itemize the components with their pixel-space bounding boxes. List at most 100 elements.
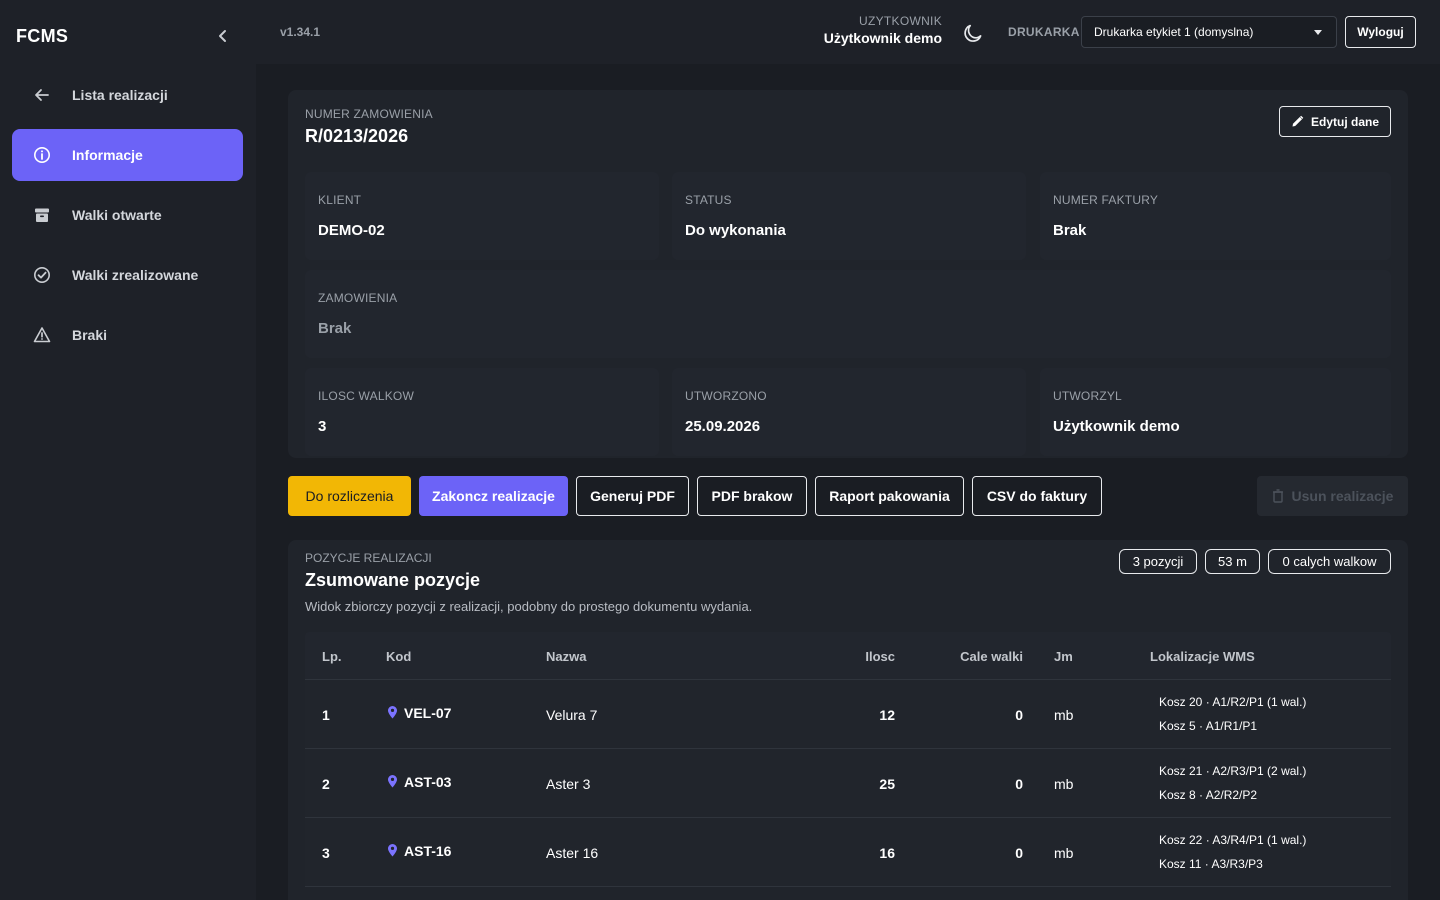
positions-label: POZYCJE REALIZACJI — [305, 551, 432, 565]
orders-value: Brak — [318, 320, 352, 337]
current-user: UZYTKOWNIK Użytkownik demo — [824, 14, 942, 46]
creator-label: UTWORZYL — [1053, 389, 1122, 403]
sidebar-item-label: Walki zrealizowane — [72, 267, 199, 283]
order-info-card: NUMER ZAMOWIENIA R/0213/2026 Edytuj dane… — [288, 90, 1408, 458]
warning-icon — [32, 325, 52, 345]
app-version: v1.34.1 — [280, 25, 321, 39]
cell-lokalizacje: Kosz 22 · A3/R4/P1 (1 wal.) Kosz 11 · A3… — [1157, 830, 1308, 874]
cell-kod-value: VEL-07 — [404, 705, 452, 721]
cell-nazwa: Aster 16 — [546, 845, 599, 861]
column-cale-walki: Cale walki — [960, 649, 1023, 664]
delete-realization-label: Usun realizacje — [1291, 488, 1394, 504]
invoice-label: NUMER FAKTURY — [1053, 193, 1159, 207]
cell-jm: mb — [1054, 707, 1074, 723]
sidebar-item-walki-otwarte[interactable]: Walki otwarte — [12, 189, 243, 241]
chevron-left-icon — [219, 30, 226, 42]
pencil-icon — [1292, 115, 1304, 127]
arrow-left-icon — [32, 85, 52, 105]
field-status: STATUS Do wykonania — [672, 172, 1026, 260]
edit-data-label: Edytuj dane — [1310, 114, 1379, 129]
cell-lokalizacje: Kosz 21 · A2/R3/P1 (2 wal.) Kosz 8 · A2/… — [1157, 761, 1308, 805]
check-circle-icon — [32, 265, 52, 285]
moon-icon — [964, 24, 982, 42]
user-name: Użytkownik demo — [823, 30, 942, 46]
location-tag: Kosz 20 · A1/R2/P1 (1 wal.) — [1159, 695, 1307, 709]
cell-lp: 1 — [322, 707, 330, 723]
column-ilosc: Ilosc — [865, 649, 895, 664]
table-row[interactable]: 1 VEL-07 Velura 7 12 0 mb Kosz 20 · A1/R… — [305, 680, 1391, 749]
sidebar-item-label: Lista realizacji — [72, 87, 168, 103]
client-label: KLIENT — [318, 193, 362, 207]
finish-realization-button[interactable]: Zakoncz realizacje — [419, 476, 568, 516]
logout-button[interactable]: Wyloguj — [1345, 16, 1416, 48]
action-bar: Do rozliczenia Zakoncz realizacje Generu… — [288, 476, 1408, 518]
table-row[interactable]: 3 AST-16 Aster 16 16 0 mb Kosz 22 · A3/R… — [305, 818, 1391, 887]
collapse-sidebar-button[interactable] — [212, 24, 234, 48]
column-jm: Jm — [1054, 649, 1073, 664]
cell-jm: mb — [1054, 776, 1074, 792]
cell-kod: AST-03 — [387, 774, 451, 790]
delete-realization-button[interactable]: Usun realizacje — [1257, 476, 1408, 516]
cell-kod-value: AST-16 — [404, 843, 452, 859]
generate-pdf-button[interactable]: Generuj PDF — [576, 476, 689, 516]
cell-jm: mb — [1054, 845, 1074, 861]
theme-toggle-button[interactable] — [962, 22, 984, 44]
sidebar-item-informacje[interactable]: Informacje — [12, 129, 243, 181]
column-nazwa: Nazwa — [546, 649, 587, 664]
packing-report-button[interactable]: Raport pakowania — [815, 476, 964, 516]
cell-cale-walki: 0 — [1015, 707, 1023, 723]
column-kod: Kod — [386, 649, 412, 664]
field-rolls: ILOSC WALKOW 3 — [305, 368, 659, 456]
cell-nazwa: Aster 3 — [546, 776, 591, 792]
field-client: KLIENT DEMO-02 — [305, 172, 659, 260]
positions-description: Widok zbiorczy pozycji z realizacji, pod… — [305, 599, 753, 614]
column-lokalizacje: Lokalizacje WMS — [1150, 649, 1255, 664]
sidebar: FCMS Lista realizacji Informacje Walki o… — [0, 0, 256, 900]
orders-label: ZAMOWIENIA — [318, 291, 398, 305]
caret-down-icon — [1314, 30, 1322, 35]
info-icon — [32, 145, 52, 165]
total-meters-chip: 53 m — [1205, 549, 1260, 574]
order-number-label: NUMER ZAMOWIENIA — [305, 107, 433, 121]
location-pin-icon — [388, 775, 397, 788]
client-value: DEMO-02 — [318, 222, 385, 239]
printer-select-value: Drukarka etykiet 1 (domyslna) — [1094, 25, 1254, 39]
brand-logo: FCMS — [16, 26, 69, 46]
sidebar-item-label: Informacje — [72, 147, 143, 163]
cell-ilosc: 16 — [879, 845, 895, 861]
location-tag: Kosz 22 · A3/R4/P1 (1 wal.) — [1159, 833, 1307, 847]
top-bar: v1.34.1 UZYTKOWNIK Użytkownik demo DRUKA… — [256, 0, 1440, 64]
location-pin-icon — [388, 706, 397, 719]
cell-cale-walki: 0 — [1015, 776, 1023, 792]
invoice-value: Brak — [1053, 222, 1087, 239]
sidebar-item-braki[interactable]: Braki — [12, 309, 243, 361]
field-invoice: NUMER FAKTURY Brak — [1040, 172, 1391, 260]
location-tag: Kosz 5 · A1/R1/P1 — [1159, 719, 1258, 733]
sidebar-item-lista-realizacji[interactable]: Lista realizacji — [12, 69, 243, 121]
pdf-defects-button[interactable]: PDF brakow — [697, 476, 807, 516]
cell-kod: VEL-07 — [387, 705, 451, 721]
positions-table: Lp. Kod Nazwa Ilosc Cale walki Jm Lokali… — [305, 632, 1391, 887]
field-orders: ZAMOWIENIA Brak — [305, 270, 1391, 358]
cell-lokalizacje: Kosz 20 · A1/R2/P1 (1 wal.) Kosz 5 · A1/… — [1157, 692, 1308, 736]
location-tag: Kosz 8 · A2/R2/P2 — [1159, 788, 1258, 802]
csv-invoice-button[interactable]: CSV do faktury — [972, 476, 1102, 516]
creator-value: Użytkownik demo — [1053, 418, 1180, 435]
status-label: STATUS — [685, 193, 732, 207]
sidebar-item-walki-zrealizowane[interactable]: Walki zrealizowane — [12, 249, 243, 301]
table-row[interactable]: 2 AST-03 Aster 3 25 0 mb Kosz 21 · A2/R3… — [305, 749, 1391, 818]
rolls-value: 3 — [318, 418, 327, 435]
cell-kod: AST-16 — [387, 843, 451, 859]
cell-lp: 2 — [322, 776, 330, 792]
edit-data-button[interactable]: Edytuj dane — [1279, 106, 1391, 137]
cell-kod-value: AST-03 — [404, 774, 452, 790]
field-created: UTWORZONO 25.09.2026 — [672, 368, 1026, 456]
user-label: UZYTKOWNIK — [859, 14, 942, 28]
location-tag: Kosz 11 · A3/R3/P3 — [1159, 857, 1263, 871]
status-value: Do wykonania — [685, 222, 786, 239]
positions-card: POZYCJE REALIZACJI Zsumowane pozycje Wid… — [288, 540, 1408, 900]
printer-select[interactable]: Drukarka etykiet 1 (domyslna) — [1081, 16, 1337, 48]
trash-icon — [1272, 489, 1283, 503]
settle-button[interactable]: Do rozliczenia — [288, 476, 411, 516]
field-creator: UTWORZYL Użytkownik demo — [1040, 368, 1391, 456]
